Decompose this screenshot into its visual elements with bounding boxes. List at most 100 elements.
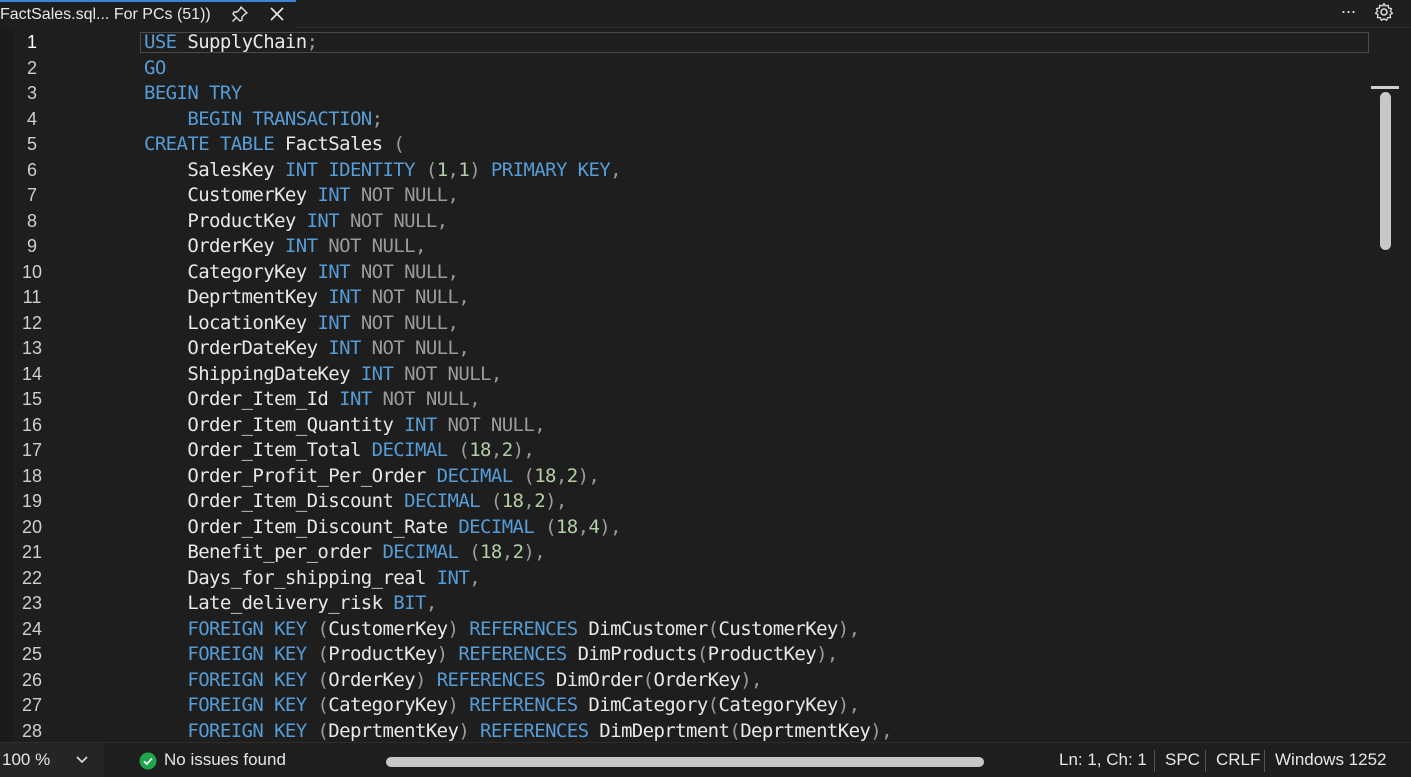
code-line[interactable]: 20 Order_Item_Discount_Rate DECIMAL (18,… [0,515,1371,541]
code-line[interactable]: 1 USE SupplyChain; [0,30,1371,56]
vertical-scrollbar[interactable] [1371,30,1411,742]
code-line[interactable]: 26 FOREIGN KEY (OrderKey) REFERENCES Dim… [0,668,1371,694]
code-token: ( [490,490,502,512]
code-token: ( [317,617,329,640]
file-encoding[interactable]: Windows 1252 [1275,749,1387,771]
code-line[interactable]: 21 Benefit_per_order DECIMAL (18,2), [0,540,1371,566]
line-number: 24 [21,618,43,639]
code-token: INT [284,235,318,257]
code-token: ( [707,694,719,716]
line-number: 11 [22,287,42,307]
vertical-scrollbar-thumb[interactable] [1380,92,1391,250]
tab-factsales[interactable]: FactSales.sql... For PCs (51)) [0,0,296,28]
code-line[interactable]: 19 Order_Item_Discount DECIMAL (18,2), [0,489,1371,515]
code-line[interactable]: 2 GO [0,56,1371,82]
line-number: 14 [21,363,43,384]
close-icon[interactable] [268,5,286,23]
code-token: INT [360,362,394,385]
code-line[interactable]: 3 BEGIN TRY [0,81,1371,107]
code-line[interactable]: 24 FOREIGN KEY (CustomerKey) REFERENCES … [0,617,1371,643]
code-token: DimProducts [566,643,698,665]
code-token: ), [512,439,535,461]
code-token: INT [328,286,361,308]
code-token: SupplyChain [176,31,307,53]
tab-title: FactSales.sql... For PCs (51)) [0,6,211,23]
line-number: 1 [26,32,37,52]
code-token: ProductKey [328,643,437,665]
zoom-level: 100 % [2,750,51,769]
issues-status[interactable]: No issues found [164,749,286,771]
line-number: 21 [21,542,43,562]
gear-icon[interactable] [1374,2,1394,22]
code-editor[interactable]: 1 USE SupplyChain; 2 GO 3 BEGIN TRY 4 BEGIN TR… [0,30,1371,742]
status-divider [1264,750,1265,772]
code-line[interactable]: 17 Order_Item_Total DECIMAL (18,2), [0,438,1371,464]
code-line[interactable]: 27 FOREIGN KEY (CategoryKey) REFERENCES … [0,693,1371,719]
code-token: 2 [534,490,546,512]
code-token: ) [447,694,459,716]
code-token: OrderKey [653,668,741,691]
code-token: CategoryKey [328,694,448,716]
code-token: FactSales [274,133,394,155]
more-actions-button[interactable]: ··· [1338,1,1358,23]
code-line[interactable]: 8 ProductKey INT NOT NULL, [0,209,1371,235]
code-token: 2 [512,541,524,563]
code-token: ), [599,515,621,538]
code-token: CustomerKey [144,184,318,206]
code-token: OrderKey [144,235,285,257]
code-line[interactable]: 28 FOREIGN KEY (DeprtmentKey) REFERENCES… [0,719,1371,743]
code-token: NOT NULL, [360,311,459,334]
code-line[interactable]: 7 CustomerKey INT NOT NULL, [0,183,1371,209]
whitespace-mode[interactable]: SPC [1165,749,1200,771]
pin-icon[interactable] [231,5,249,23]
code-token: 2 [501,439,513,461]
line-ending[interactable]: CRLF [1216,749,1260,771]
code-text: Late_delivery_risk BIT, [144,591,437,617]
code-token: DECIMAL [436,464,513,487]
code-token: ( [393,133,405,155]
status-divider [1205,750,1206,772]
zoom-dropdown[interactable]: 100 % [0,743,104,777]
code-line[interactable]: 11 DeprtmentKey INT NOT NULL, [0,285,1371,311]
code-token: INT [317,184,350,206]
code-line[interactable]: 18 Order_Profit_Per_Order DECIMAL (18,2)… [0,464,1371,490]
code-line[interactable]: 6 SalesKey INT IDENTITY (1,1) PRIMARY KE… [0,158,1371,184]
line-number: 4 [26,108,37,129]
code-token: NOT NULL, [349,209,448,232]
code-line[interactable]: 4 BEGIN TRANSACTION; [0,107,1371,133]
code-line[interactable]: 10 CategoryKey INT NOT NULL, [0,260,1371,286]
code-text: Days_for_shipping_real INT, [144,566,480,592]
code-line[interactable]: 16 Order_Item_Quantity INT NOT NULL, [0,413,1371,439]
code-line[interactable]: 22 Days_for_shipping_real INT, [0,566,1371,592]
code-token: INT [436,566,470,589]
code-line[interactable]: 25 FOREIGN KEY (ProductKey) REFERENCES D… [0,642,1371,668]
code-token: CategoryKey [144,260,318,283]
code-token: DimOrder [545,668,643,691]
code-token: CREATE TABLE [144,133,275,155]
code-line[interactable]: 23 Late_delivery_risk BIT, [0,591,1371,617]
line-number: 17 [21,440,43,460]
code-line[interactable]: 13 OrderDateKey INT NOT NULL, [0,336,1371,362]
code-text: BEGIN TRANSACTION; [144,107,383,133]
code-token: DeprtmentKey [328,719,459,742]
code-token: ( [696,643,708,665]
horizontal-scrollbar-thumb[interactable] [386,757,984,767]
code-token: LocationKey [144,311,318,334]
cursor-position[interactable]: Ln: 1, Ch: 1 [1059,749,1147,771]
code-line[interactable]: 15 Order_Item_Id INT NOT NULL, [0,387,1371,413]
code-line[interactable]: 14 ShippingDateKey INT NOT NULL, [0,362,1371,388]
code-text: OrderDateKey INT NOT NULL, [144,336,469,362]
code-line[interactable]: 12 LocationKey INT NOT NULL, [0,311,1371,337]
code-token: , [501,541,513,563]
code-line[interactable]: 5 CREATE TABLE FactSales ( [0,132,1371,158]
code-text: ShippingDateKey INT NOT NULL, [144,362,502,388]
code-line[interactable]: 9 OrderKey INT NOT NULL, [0,234,1371,260]
line-number: 19 [21,491,43,511]
